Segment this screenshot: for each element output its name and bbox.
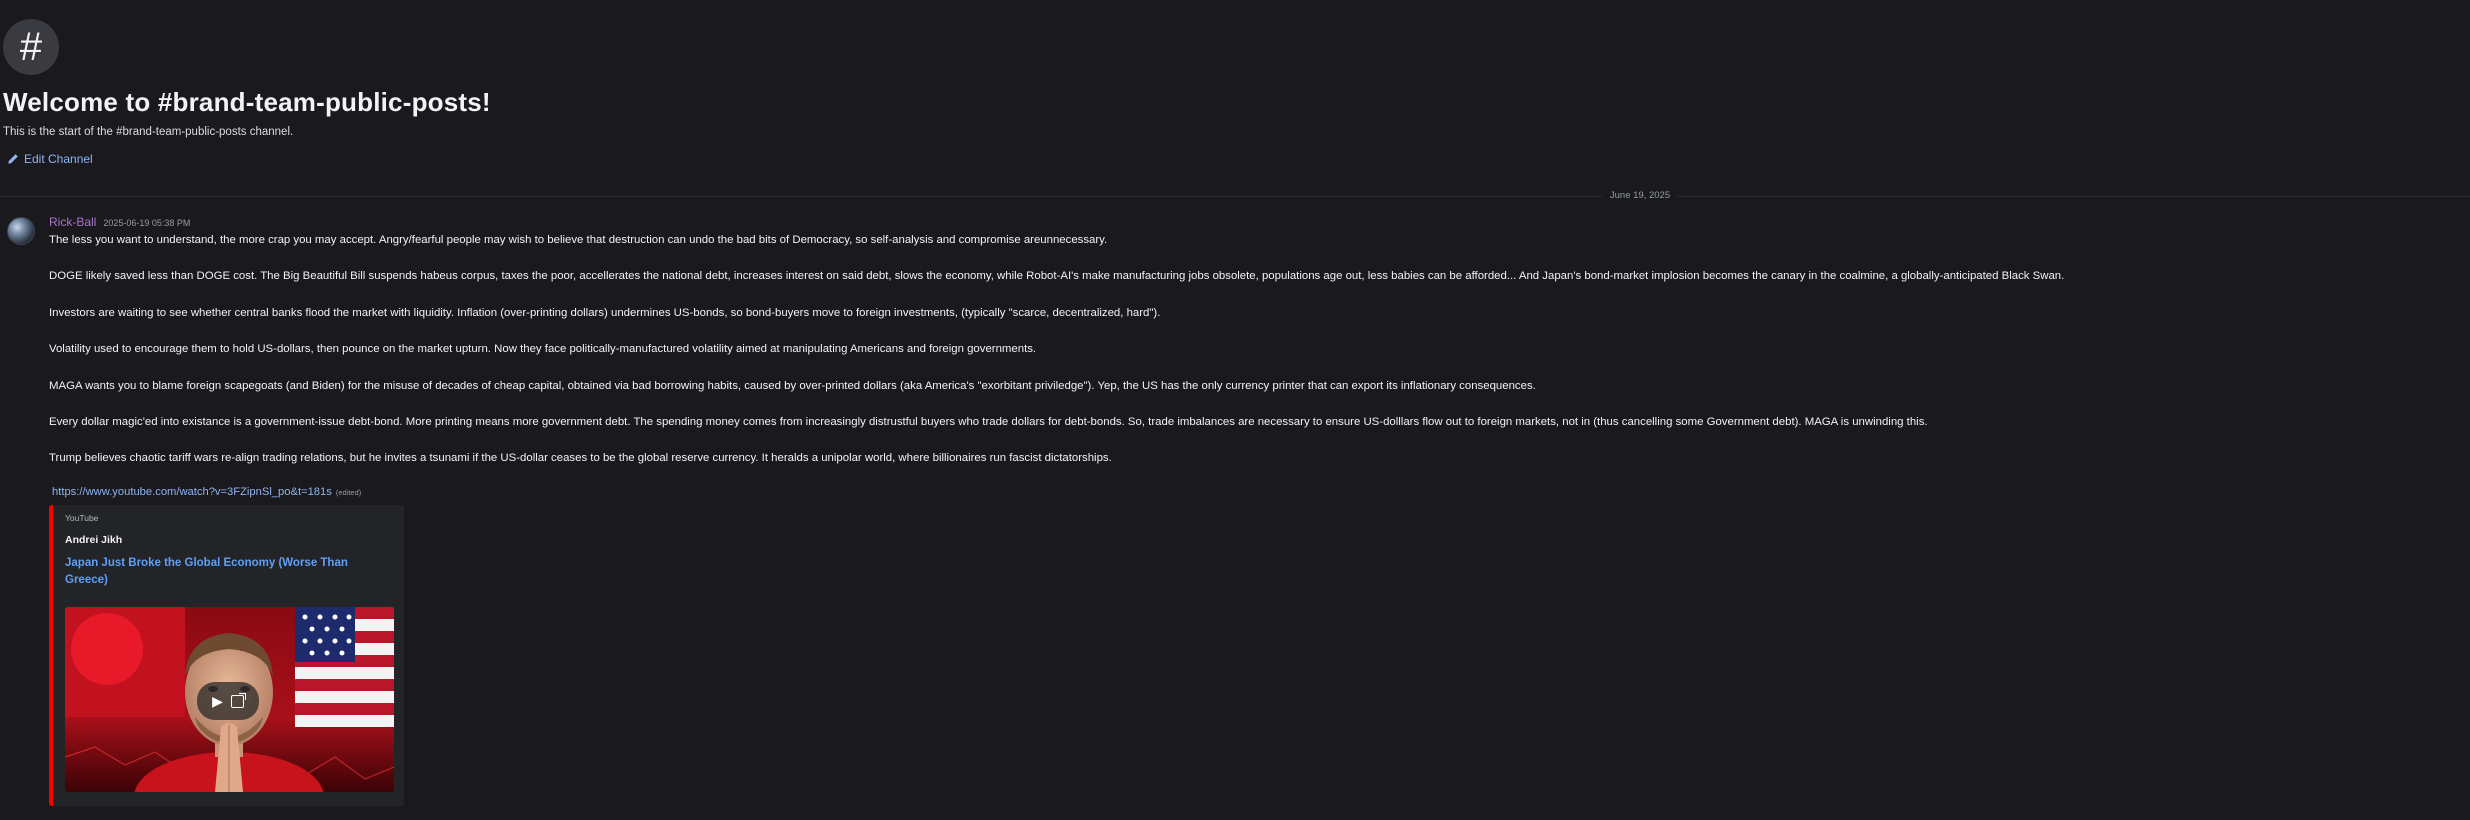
username[interactable]: Rick-Ball	[49, 215, 96, 229]
date-divider: June 19, 2025	[0, 190, 2470, 202]
message-paragraph: The less you want to understand, the mor…	[49, 234, 1108, 246]
channel-welcome: # Welcome to #brand-team-public-posts! T…	[3, 19, 491, 166]
embed-author[interactable]: Andrei Jikh	[65, 534, 122, 546]
message-header: Rick-Ball 2025-06-19 05:38 PM	[49, 215, 190, 229]
welcome-subtitle: This is the start of the #brand-team-pub…	[3, 126, 294, 138]
welcome-title: Welcome to #brand-team-public-posts!	[3, 87, 491, 117]
message-paragraph: DOGE likely saved less than DOGE cost. T…	[49, 270, 2065, 283]
message-paragraph: Investors are waiting to see whether cen…	[49, 306, 1161, 319]
message-content: The less you want to understand, the mor…	[49, 233, 2449, 488]
external-link-icon[interactable]	[230, 692, 246, 708]
pencil-icon	[8, 154, 18, 164]
link-line: https://www.youtube.com/watch?v=3FZipnSl…	[52, 486, 361, 498]
message-paragraph: MAGA wants you to blame foreign scapegoa…	[49, 379, 1536, 392]
edit-channel-label: Edit Channel	[24, 152, 93, 166]
date-divider-label: June 19, 2025	[1601, 190, 1679, 201]
video-controls[interactable]: ▶	[197, 682, 259, 720]
avatar[interactable]	[7, 217, 35, 245]
video-thumbnail[interactable]: ▶	[65, 607, 394, 792]
message-timestamp: 2025-06-19 05:38 PM	[103, 218, 191, 228]
youtube-link[interactable]: https://www.youtube.com/watch?v=3FZipnSl…	[52, 486, 332, 498]
embed-provider[interactable]: YouTube	[65, 513, 98, 523]
edit-channel-button[interactable]: Edit Channel	[3, 152, 491, 166]
edited-label: (edited)	[335, 488, 362, 497]
youtube-embed: YouTube Andrei Jikh Japan Just Broke the…	[49, 505, 404, 806]
play-icon[interactable]: ▶	[212, 694, 223, 708]
message-paragraph: Volatility used to encourage them to hol…	[49, 343, 1037, 356]
embed-title[interactable]: Japan Just Broke the Global Economy (Wor…	[65, 555, 385, 589]
message-paragraph: Every dollar magic'ed into existance is …	[49, 415, 1928, 428]
divider-line	[0, 196, 2470, 197]
hash-icon: #	[3, 19, 59, 75]
message-paragraph: Trump believes chaotic tariff wars re-al…	[49, 452, 1112, 465]
